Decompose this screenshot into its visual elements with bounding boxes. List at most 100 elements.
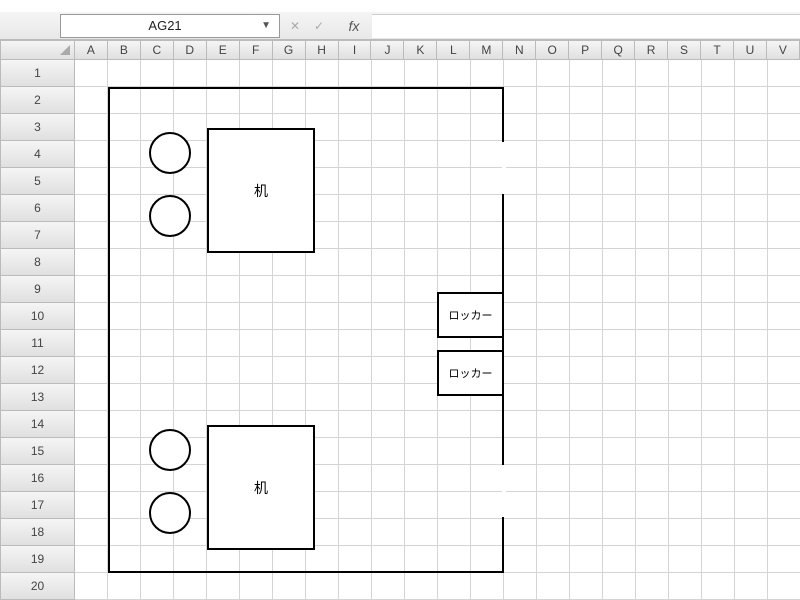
row-header-11[interactable]: 11 <box>0 330 75 357</box>
cell[interactable] <box>504 546 537 573</box>
cell[interactable] <box>504 411 537 438</box>
cell[interactable] <box>603 519 636 546</box>
cell[interactable] <box>669 249 702 276</box>
cell[interactable] <box>669 141 702 168</box>
cell[interactable] <box>174 60 207 87</box>
cell[interactable] <box>702 60 735 87</box>
cell[interactable] <box>504 303 537 330</box>
cell[interactable] <box>537 519 570 546</box>
cell[interactable] <box>636 249 669 276</box>
cell[interactable] <box>603 168 636 195</box>
cell[interactable] <box>669 465 702 492</box>
cell[interactable] <box>570 357 603 384</box>
cell[interactable] <box>636 492 669 519</box>
cell[interactable] <box>669 384 702 411</box>
cell[interactable] <box>603 249 636 276</box>
cell[interactable] <box>636 546 669 573</box>
cell[interactable] <box>735 249 768 276</box>
row-header-20[interactable]: 20 <box>0 573 75 600</box>
cell[interactable] <box>537 573 570 600</box>
cell[interactable] <box>669 357 702 384</box>
cell[interactable] <box>768 492 800 519</box>
cell[interactable] <box>537 195 570 222</box>
fx-icon[interactable]: fx <box>340 18 368 34</box>
cell[interactable] <box>405 573 438 600</box>
cell[interactable] <box>702 411 735 438</box>
cell[interactable] <box>702 438 735 465</box>
row-header-17[interactable]: 17 <box>0 492 75 519</box>
col-header-S[interactable]: S <box>668 40 701 60</box>
cell[interactable] <box>603 114 636 141</box>
cell[interactable] <box>75 411 108 438</box>
cell[interactable] <box>207 60 240 87</box>
row-header-5[interactable]: 5 <box>0 168 75 195</box>
cell[interactable] <box>471 573 504 600</box>
cell[interactable] <box>75 87 108 114</box>
cell[interactable] <box>768 303 800 330</box>
col-header-P[interactable]: P <box>569 40 602 60</box>
cell[interactable] <box>768 546 800 573</box>
cell[interactable] <box>735 357 768 384</box>
cell[interactable] <box>75 195 108 222</box>
cell[interactable] <box>735 114 768 141</box>
cell[interactable] <box>603 60 636 87</box>
cell[interactable] <box>570 546 603 573</box>
cell[interactable] <box>636 60 669 87</box>
cell[interactable] <box>603 303 636 330</box>
cell[interactable] <box>702 168 735 195</box>
col-header-T[interactable]: T <box>701 40 734 60</box>
cell[interactable] <box>702 465 735 492</box>
cell[interactable] <box>768 249 800 276</box>
cell[interactable] <box>702 384 735 411</box>
select-all-corner[interactable] <box>0 40 75 60</box>
cell[interactable] <box>570 195 603 222</box>
cell[interactable] <box>636 438 669 465</box>
cell[interactable] <box>75 276 108 303</box>
cell[interactable] <box>75 168 108 195</box>
cell[interactable] <box>636 330 669 357</box>
col-header-J[interactable]: J <box>371 40 404 60</box>
cell[interactable] <box>702 357 735 384</box>
cell[interactable] <box>636 411 669 438</box>
cell[interactable] <box>372 573 405 600</box>
cell[interactable] <box>603 438 636 465</box>
cell[interactable] <box>702 276 735 303</box>
cell[interactable] <box>570 411 603 438</box>
cell[interactable] <box>768 411 800 438</box>
col-header-C[interactable]: C <box>141 40 174 60</box>
col-header-F[interactable]: F <box>240 40 273 60</box>
cell[interactable] <box>570 222 603 249</box>
cell[interactable] <box>702 141 735 168</box>
row-header-7[interactable]: 7 <box>0 222 75 249</box>
row-header-6[interactable]: 6 <box>0 195 75 222</box>
cell[interactable] <box>669 330 702 357</box>
cell[interactable] <box>735 60 768 87</box>
row-header-19[interactable]: 19 <box>0 546 75 573</box>
chair-4[interactable] <box>149 492 191 534</box>
cell[interactable] <box>636 276 669 303</box>
cell[interactable] <box>306 573 339 600</box>
cell[interactable] <box>504 519 537 546</box>
col-header-Q[interactable]: Q <box>602 40 635 60</box>
cell[interactable] <box>702 492 735 519</box>
cell[interactable] <box>702 222 735 249</box>
cell[interactable] <box>141 573 174 600</box>
cell[interactable] <box>603 492 636 519</box>
cell[interactable] <box>669 573 702 600</box>
row-header-12[interactable]: 12 <box>0 357 75 384</box>
col-header-K[interactable]: K <box>404 40 437 60</box>
cell[interactable] <box>636 222 669 249</box>
cell[interactable] <box>669 303 702 330</box>
row-header-10[interactable]: 10 <box>0 303 75 330</box>
cell[interactable] <box>603 141 636 168</box>
chair-1[interactable] <box>149 132 191 174</box>
cell[interactable] <box>702 519 735 546</box>
cell[interactable] <box>405 60 438 87</box>
cell[interactable] <box>75 438 108 465</box>
confirm-icon[interactable]: ✓ <box>310 17 328 35</box>
cell[interactable] <box>537 384 570 411</box>
row-header-18[interactable]: 18 <box>0 519 75 546</box>
cell[interactable] <box>603 546 636 573</box>
cell[interactable] <box>669 60 702 87</box>
cell[interactable] <box>537 87 570 114</box>
